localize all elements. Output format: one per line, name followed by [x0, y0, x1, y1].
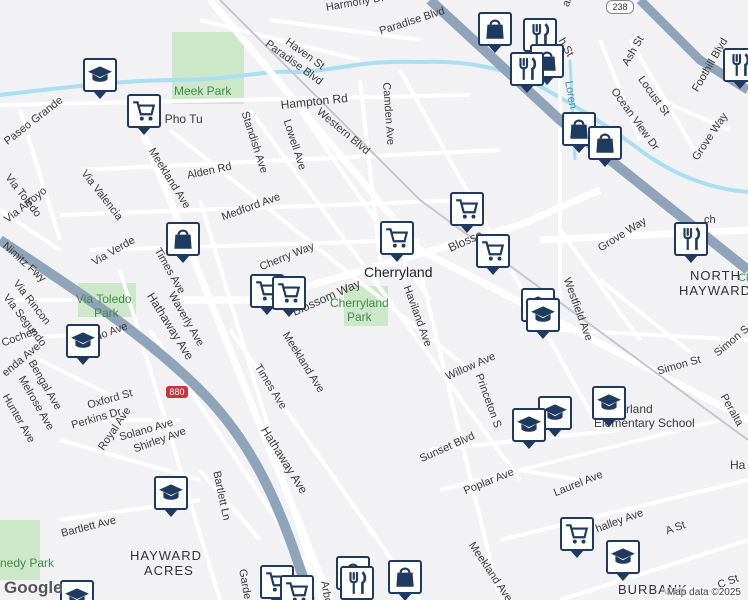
shopping-cart-icon [133, 101, 156, 121]
graduation-cap-icon [517, 416, 541, 432]
shopping-bag-icon [596, 133, 614, 153]
shopping-pin[interactable] [166, 222, 200, 263]
grocery-pin[interactable] [380, 221, 414, 262]
label-kennedy-park: nedy Park [0, 556, 55, 570]
grocery-pin[interactable] [272, 276, 306, 317]
school-pin[interactable] [526, 298, 560, 339]
graduation-cap-icon [597, 394, 621, 410]
restaurant-pin[interactable] [674, 222, 708, 263]
label-cherryland-park-2: Park [347, 310, 372, 324]
shopping-pin[interactable] [388, 560, 422, 600]
school-pin[interactable] [606, 540, 640, 581]
label-meek-park: Meek Park [174, 84, 232, 98]
map-canvas[interactable]: 238 880 Cherryland NORTH HAYWARD HAYWARD… [0, 0, 748, 600]
shopping-cart-icon [386, 228, 409, 248]
grocery-pin[interactable] [476, 234, 510, 275]
label-hayward: HAYWARD [679, 283, 748, 298]
graduation-cap-icon [531, 306, 555, 322]
shopping-cart-icon [456, 199, 479, 219]
label-cherryland: Cherryland [364, 264, 433, 280]
graduation-cap-icon [611, 548, 635, 564]
graduation-cap-icon [159, 484, 183, 500]
shopping-bag-icon [486, 19, 504, 39]
shopping-bag-icon [174, 229, 192, 249]
fork-knife-icon [349, 571, 367, 594]
fork-knife-icon [732, 53, 748, 76]
kennedy-park-area [0, 520, 40, 580]
grocery-pin[interactable] [127, 94, 161, 135]
fork-knife-icon [519, 57, 537, 80]
school-pin[interactable] [154, 476, 188, 517]
grocery-pin[interactable] [450, 192, 484, 233]
graduation-cap-icon [71, 332, 95, 348]
grocery-pin[interactable] [560, 517, 594, 558]
route-238-shield: 238 [606, 0, 634, 14]
school-pin[interactable] [66, 324, 100, 365]
label-via-toledo-park-1: Via Toledo [76, 292, 132, 306]
shopping-cart-icon [482, 241, 505, 261]
graduation-cap-icon [65, 588, 89, 600]
shopping-cart-icon [278, 283, 301, 303]
label-ha: Ha [730, 458, 746, 472]
map-attribution[interactable]: Map data ©2025 [663, 587, 744, 598]
google-logo: Google [4, 578, 63, 597]
label-hayward-acres-2: ACRES [144, 563, 194, 578]
restaurant-pin[interactable] [723, 48, 748, 89]
shopping-cart-icon [566, 524, 589, 544]
restaurant-pin[interactable] [510, 52, 544, 93]
label-north: NORTH [690, 268, 741, 283]
school-pin[interactable] [83, 58, 117, 99]
shopping-pin[interactable] [478, 12, 512, 53]
route-880-shield: 880 [166, 386, 188, 398]
school-pin[interactable] [592, 386, 626, 427]
shopping-pin[interactable] [588, 126, 622, 167]
grocery-pin[interactable] [280, 575, 314, 600]
label-cl: Cl [738, 272, 748, 284]
restaurant-pin[interactable] [340, 566, 374, 600]
shopping-cart-icon [286, 582, 309, 600]
label-school-1: rland [626, 402, 653, 416]
label-hayward-acres-1: HAYWARD [130, 548, 202, 563]
school-pin[interactable] [60, 580, 94, 600]
label-via-toledo-park-2: Park [94, 306, 119, 320]
fork-knife-icon [683, 227, 701, 250]
graduation-cap-icon [88, 66, 112, 82]
school-pin[interactable] [512, 408, 546, 449]
shopping-bag-icon [396, 567, 414, 587]
